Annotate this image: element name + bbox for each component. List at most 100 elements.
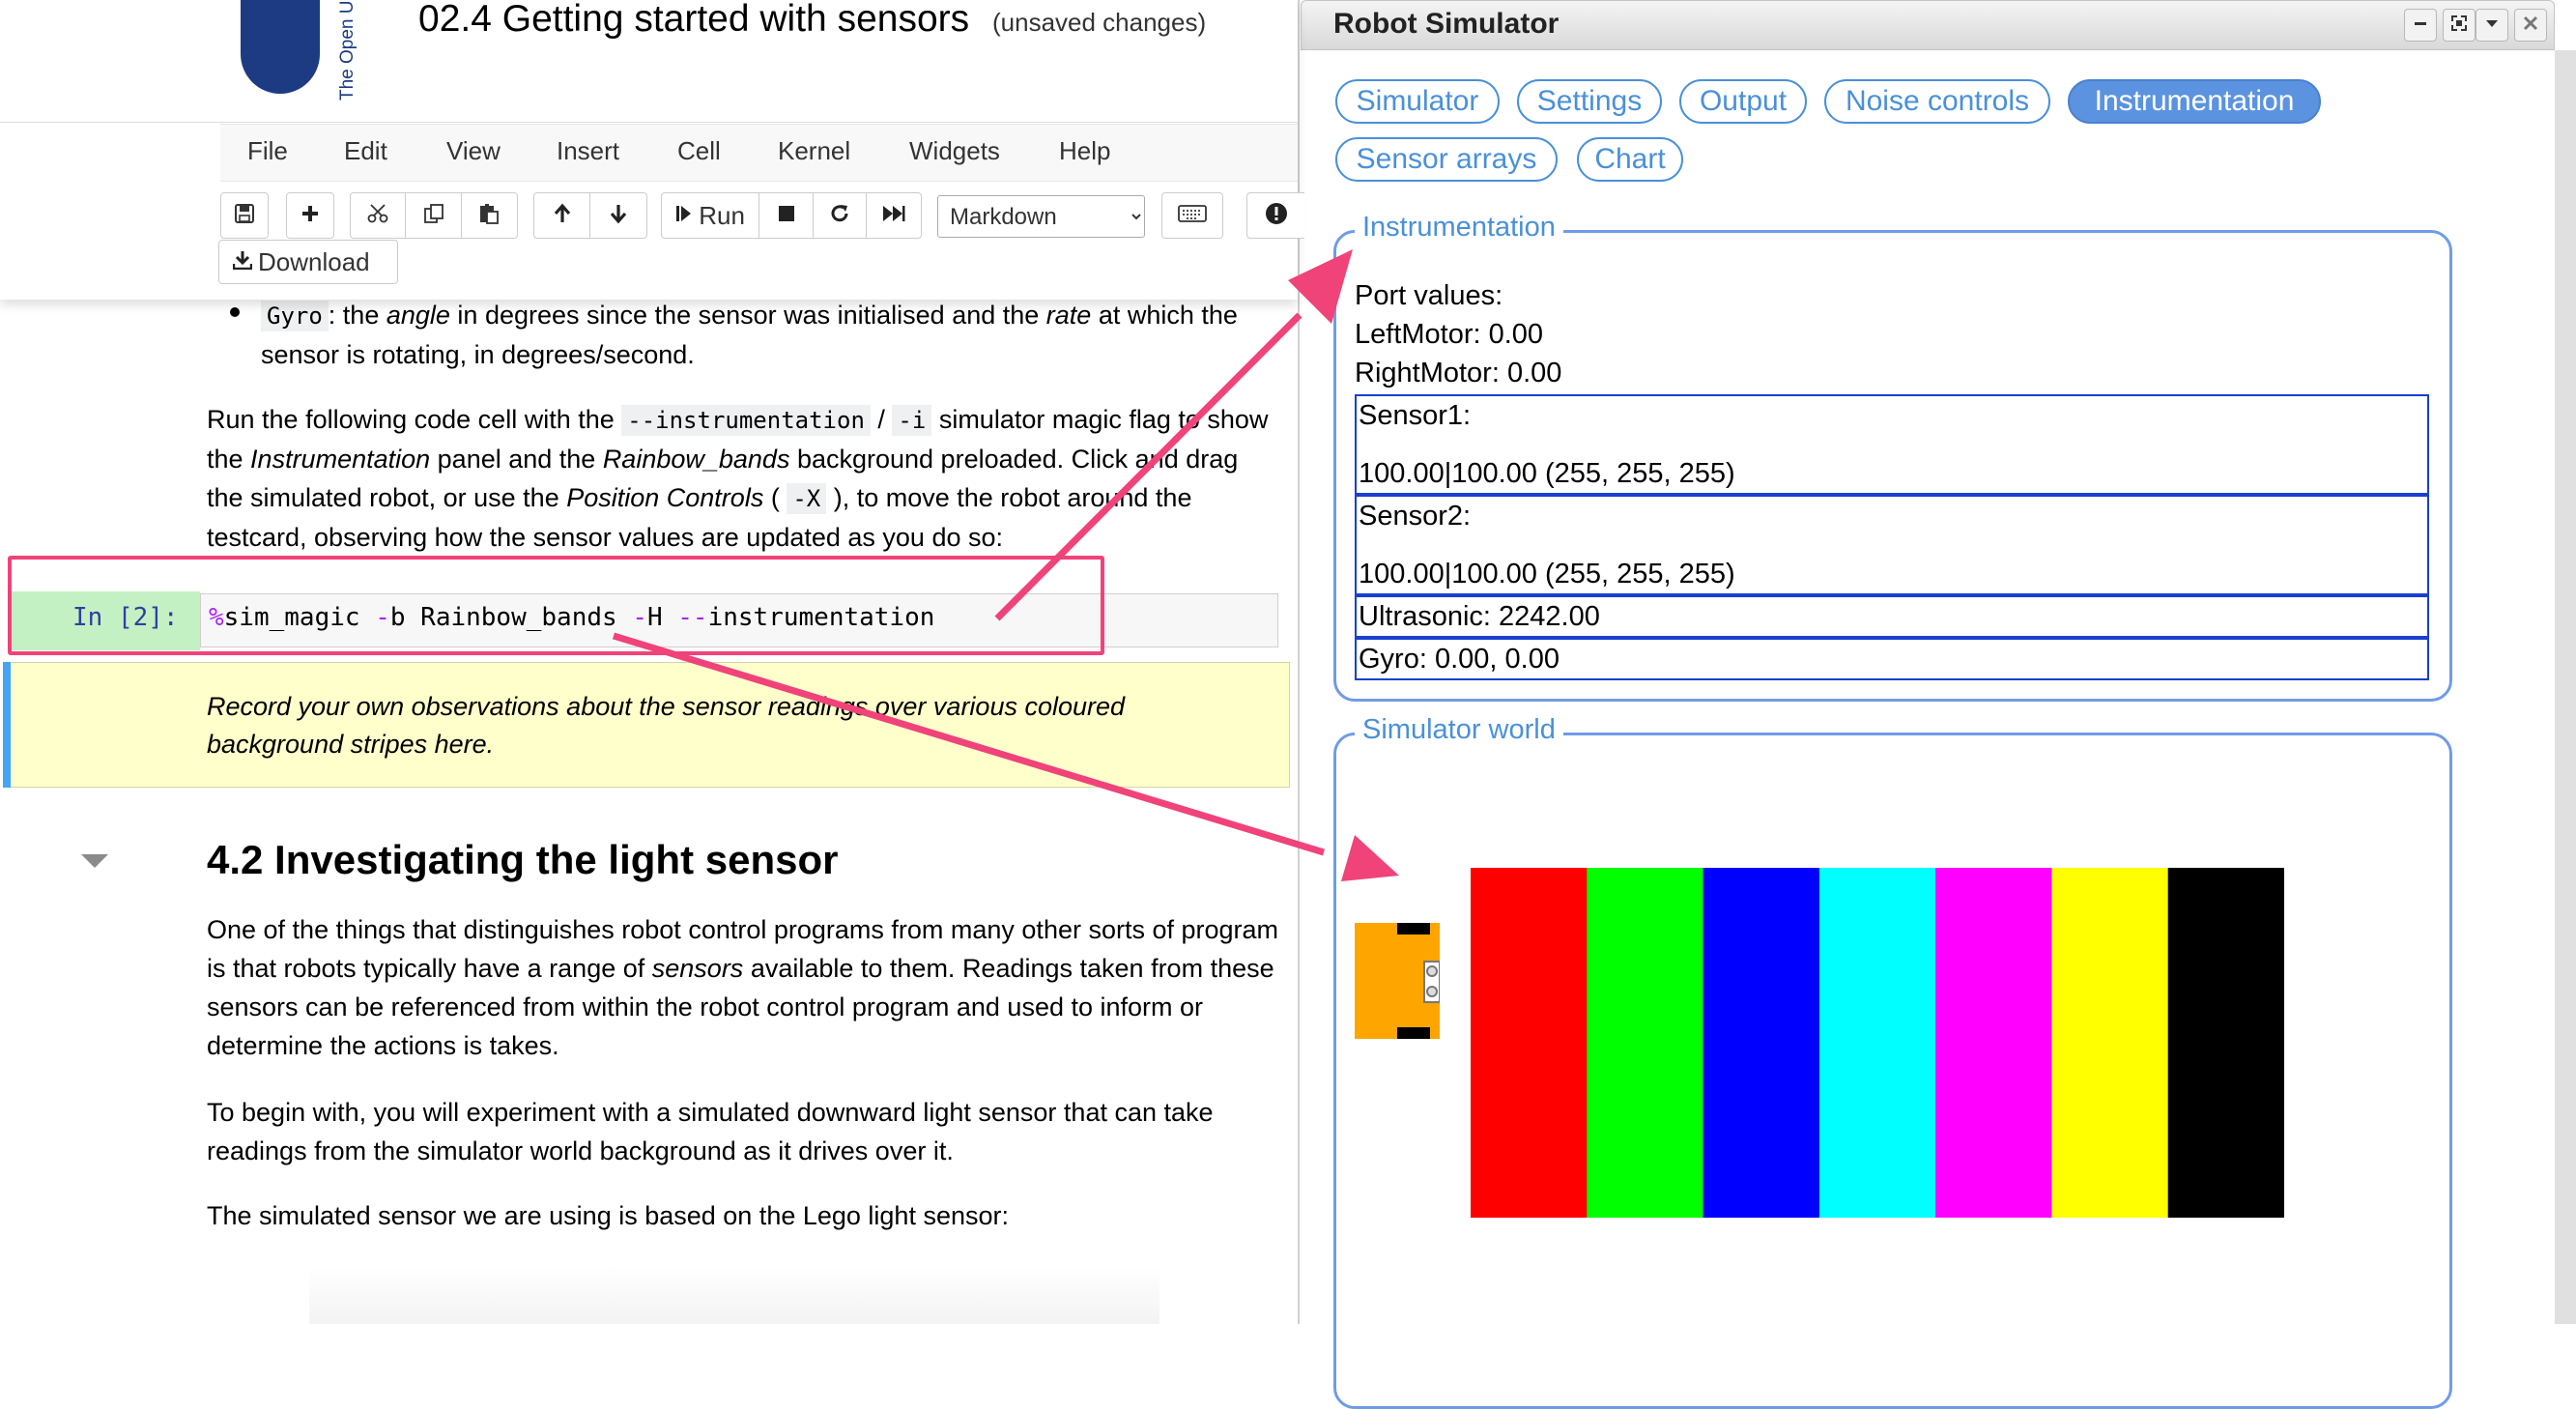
robot-sensor: [1426, 965, 1438, 977]
paste-button[interactable]: [462, 193, 517, 238]
menu-view[interactable]: View: [446, 136, 501, 166]
menu-edit[interactable]: Edit: [344, 136, 387, 166]
color-band: [1471, 868, 1588, 1218]
lego-sensor-paragraph: The simulated sensor we are using is bas…: [207, 1201, 1009, 1230]
notebook-title[interactable]: 02.4 Getting started with sensors: [418, 0, 969, 41]
restart-button[interactable]: [814, 193, 868, 238]
right-motor-value: RightMotor: 0.00: [1355, 358, 1562, 388]
run-button-group: Run: [661, 192, 922, 239]
text-span: Rainbow_bands: [602, 445, 790, 474]
move-button-group: [533, 192, 647, 239]
tab-settings[interactable]: Settings: [1517, 79, 1662, 124]
bullet-dot: [230, 307, 240, 317]
logo-text: The Open University: [337, 0, 358, 101]
expand-icon: [2450, 14, 2468, 37]
text-span: (: [763, 483, 787, 512]
sensor1-label: Sensor1:: [1359, 400, 1472, 431]
exclamation-circle-icon: [1265, 202, 1288, 230]
markdown-cell-text[interactable]: Record your own observations about the s…: [207, 688, 1250, 763]
tab-noise-controls[interactable]: Noise controls: [1824, 79, 2050, 124]
text-span: rate: [1045, 301, 1092, 330]
color-band: [1587, 868, 1704, 1218]
header-divider: [0, 122, 1298, 123]
insert-cell-button[interactable]: [286, 192, 334, 239]
tab-instrumentation[interactable]: Instrumentation: [2068, 79, 2321, 124]
text-span: panel and the: [430, 445, 603, 474]
tab-output[interactable]: Output: [1679, 79, 1807, 124]
color-band: [1818, 868, 1936, 1218]
collapse-caret-icon[interactable]: [81, 854, 108, 868]
open-university-logo: The Open University: [237, 0, 377, 104]
cell-type-select[interactable]: Code Markdown Raw NBConvert Heading: [937, 195, 1145, 238]
cut-button[interactable]: [351, 193, 407, 238]
move-up-button[interactable]: [534, 193, 591, 238]
notebook-header: The Open University 02.4 Getting started…: [0, 0, 1304, 300]
menu-widgets[interactable]: Widgets: [909, 136, 1000, 166]
inline-code: -i: [892, 405, 932, 436]
robot-wheel: [1397, 923, 1430, 935]
paste-icon: [477, 202, 501, 230]
robot-wheel: [1397, 1027, 1430, 1039]
ultrasonic-value: Ultrasonic: 2242.00: [1359, 601, 1600, 632]
run-button[interactable]: Run: [662, 193, 760, 238]
save-button[interactable]: [220, 192, 269, 239]
panel-gap: [2456, 781, 2460, 1361]
minimize-button[interactable]: [2404, 9, 2437, 42]
menu-insert[interactable]: Insert: [557, 136, 619, 166]
maximize-button[interactable]: [2443, 9, 2476, 42]
sensor1-value: 100.00|100.00 (255, 255, 255): [1359, 458, 1735, 489]
sensor2-label: Sensor2:: [1359, 501, 1472, 532]
rainbow-bands-background[interactable]: [1471, 868, 2284, 1218]
menu-help[interactable]: Help: [1059, 136, 1110, 166]
gyro-readout: Gyro: 0.00, 0.00: [1355, 638, 2429, 680]
sensors-paragraph: One of the things that distinguishes rob…: [207, 910, 1279, 1065]
move-down-button[interactable]: [590, 193, 646, 238]
info-button[interactable]: [1246, 192, 1304, 239]
section-heading: 4.2 Investigating the light sensor: [207, 837, 839, 882]
dropdown-button[interactable]: [2476, 9, 2508, 42]
plus-icon: [300, 203, 321, 229]
interrupt-button[interactable]: [759, 193, 814, 238]
floppy-disk-icon: [234, 203, 255, 229]
step-forward-icon: [675, 204, 693, 228]
close-button[interactable]: [2514, 9, 2547, 42]
menubar: File Edit View Insert Cell Kernel Widget…: [220, 124, 1298, 182]
download-button[interactable]: Download: [218, 240, 398, 284]
gyro-bullet: Gyro: the angle in degrees since the sen…: [261, 296, 1285, 374]
tab-simulator[interactable]: Simulator: [1335, 79, 1500, 124]
arrow-up-icon: [552, 203, 573, 229]
text-span: Position Controls: [566, 483, 764, 512]
inline-code: -X: [787, 483, 827, 514]
color-band: [2167, 868, 2284, 1218]
highlight-box: [8, 556, 1104, 655]
sensor1-readout: Sensor1: 100.00|100.00 (255, 255, 255): [1355, 394, 2429, 495]
arrow-down-icon: [608, 203, 629, 229]
port-values-label: Port values:: [1355, 280, 1503, 311]
scissors-icon: [366, 202, 389, 230]
minimize-icon: [2412, 14, 2429, 37]
light-sensor-paragraph: To begin with, you will experiment with …: [207, 1098, 1214, 1165]
menu-cell[interactable]: Cell: [677, 136, 721, 166]
fast-forward-icon: [882, 204, 905, 228]
text-span: : the: [328, 301, 386, 330]
command-palette-button[interactable]: [1161, 192, 1223, 239]
text-span: angle: [386, 301, 450, 330]
simulator-title: Robot Simulator: [1333, 8, 1560, 40]
intro-paragraph: Run the following code cell with the --i…: [207, 400, 1279, 557]
copy-button[interactable]: [406, 193, 462, 238]
menu-kernel[interactable]: Kernel: [778, 136, 850, 166]
menu-file[interactable]: File: [247, 136, 288, 166]
robot[interactable]: [1355, 923, 1441, 1039]
sensor2-value: 100.00|100.00 (255, 255, 255): [1359, 559, 1735, 589]
chevron-down-icon: [2483, 14, 2501, 37]
tab-chart[interactable]: Chart: [1577, 137, 1683, 182]
sensor2-readout: Sensor2: 100.00|100.00 (255, 255, 255): [1355, 495, 2429, 595]
refresh-icon: [829, 203, 850, 229]
run-label: Run: [699, 200, 745, 230]
restart-run-all-button[interactable]: [867, 193, 921, 238]
ultrasonic-readout: Ultrasonic: 2242.00: [1355, 595, 2429, 638]
panel-scrollbar[interactable]: [2555, 50, 2576, 1324]
tab-sensor-arrays[interactable]: Sensor arrays: [1335, 137, 1558, 182]
left-motor-value: LeftMotor: 0.00: [1355, 319, 1544, 350]
color-band: [1703, 868, 1820, 1218]
